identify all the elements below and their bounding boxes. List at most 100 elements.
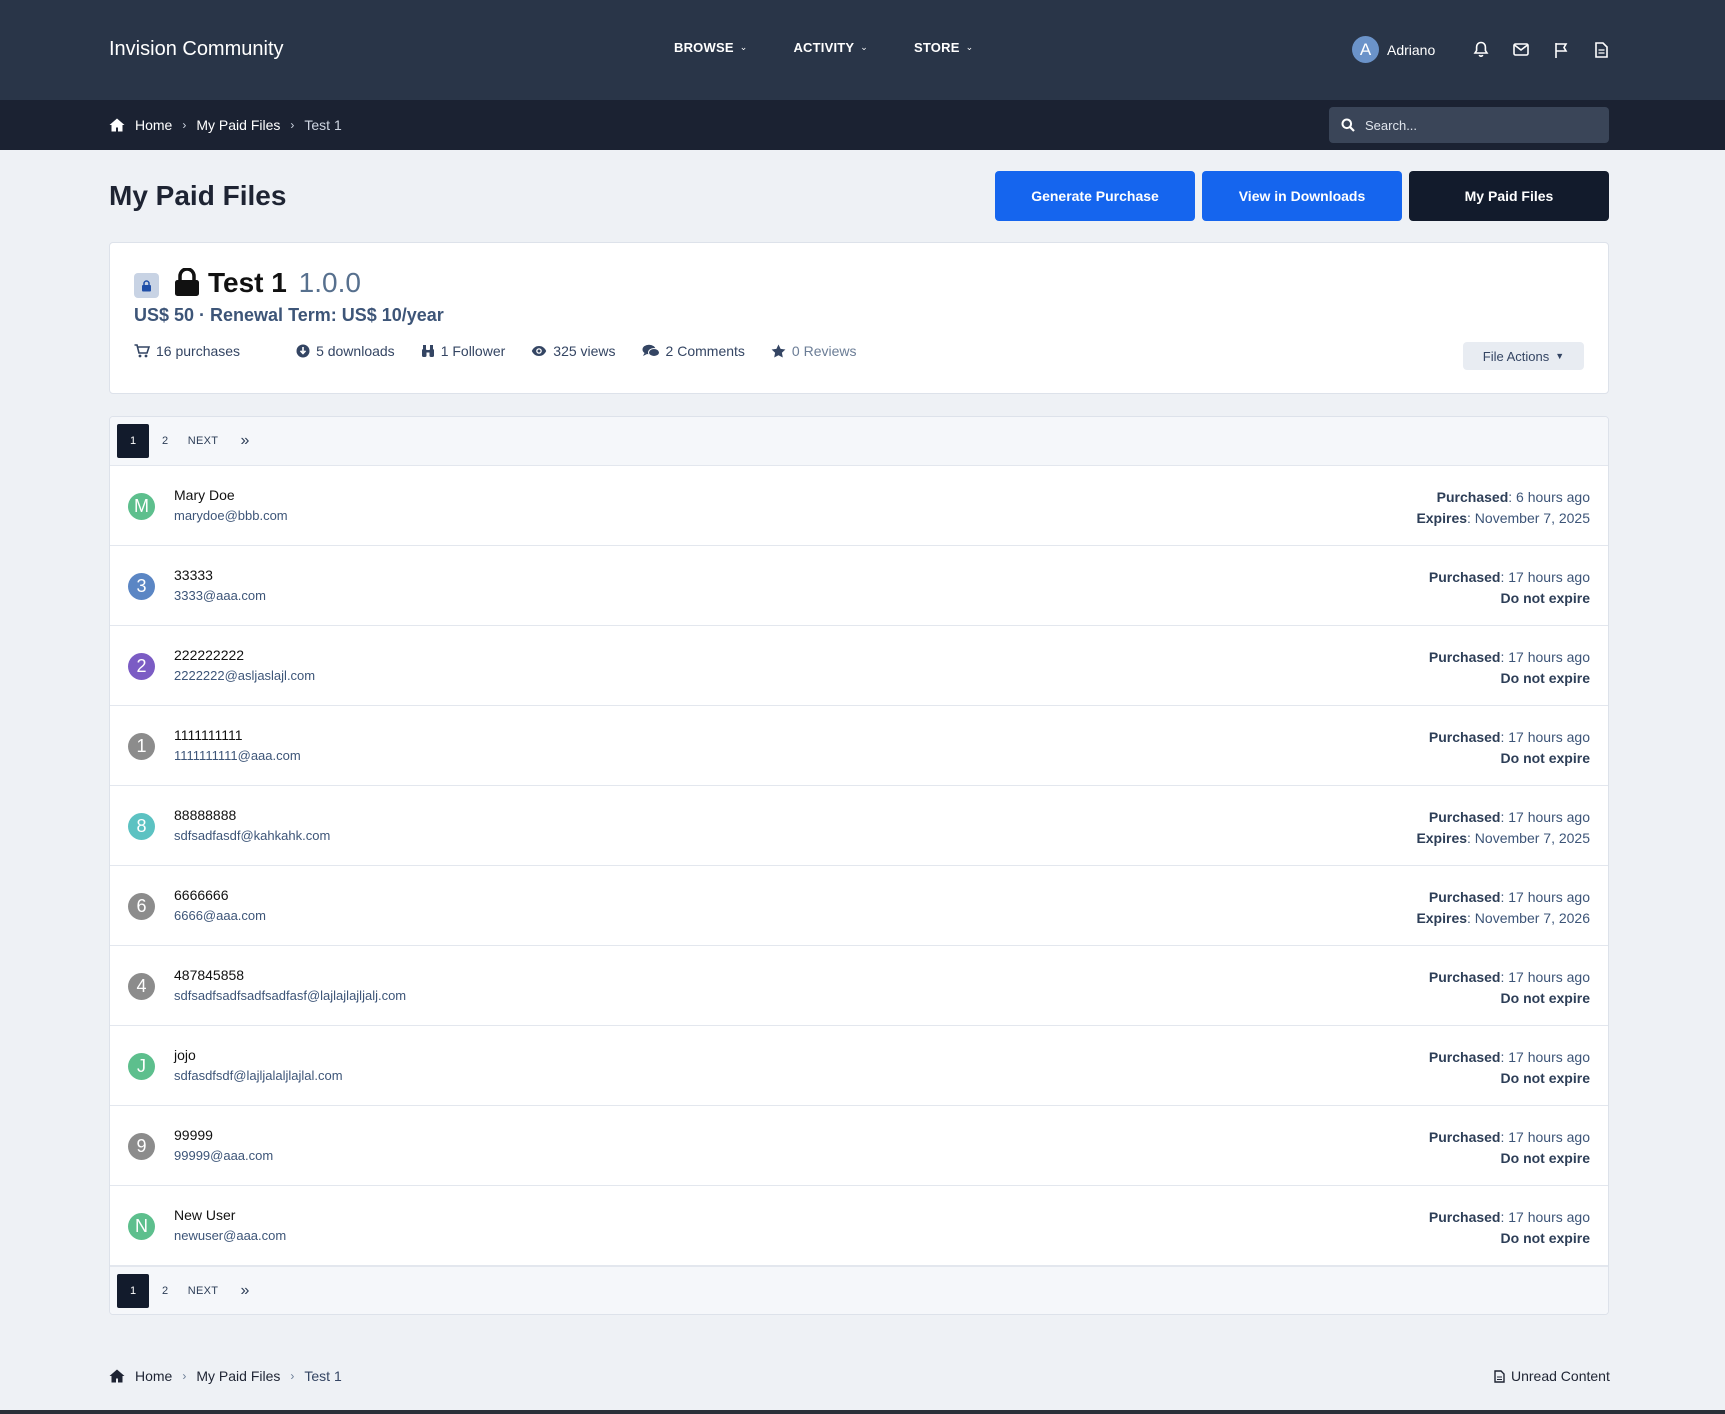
expires-label: Expires xyxy=(1416,510,1468,526)
page-1-button[interactable]: 1 xyxy=(117,424,149,458)
page-2-button[interactable]: 2 xyxy=(149,1274,181,1308)
purchased-label: Purchased xyxy=(1428,649,1501,665)
purchased-line: Purchased: 17 hours ago xyxy=(1429,567,1590,588)
customer-name[interactable]: jojo xyxy=(174,1047,196,1063)
last-page-button[interactable]: » xyxy=(225,424,265,458)
customer-email: 2222222@asljaslajl.com xyxy=(174,668,316,683)
last-page-button[interactable]: » xyxy=(225,1274,265,1308)
purchase-details: Purchased: 17 hours ago Do not expire xyxy=(1429,1047,1590,1089)
no-expiry-label: Do not expire xyxy=(1500,1230,1590,1246)
purchased-time: : 17 hours ago xyxy=(1500,729,1590,745)
customer-avatar[interactable]: M xyxy=(128,493,155,520)
file-title: Test 1 1.0.0 xyxy=(208,267,361,299)
no-expiry-label: Do not expire xyxy=(1500,750,1590,766)
expiry-line: Do not expire xyxy=(1429,1148,1590,1169)
breadcrumb-my-paid-files[interactable]: My Paid Files xyxy=(196,117,280,133)
binoculars-icon xyxy=(421,345,434,357)
purchased-label: Purchased xyxy=(1428,889,1501,905)
next-page-button[interactable]: NEXT xyxy=(181,424,225,458)
generate-purchase-button[interactable]: Generate Purchase xyxy=(995,171,1195,221)
chevron-right-icon: › xyxy=(182,1369,187,1383)
file-actions-label: File Actions xyxy=(1482,348,1550,364)
stat-followers: 1 Follower xyxy=(421,343,506,359)
unread-content-link[interactable]: Unread Content xyxy=(1494,1368,1610,1384)
purchase-details: Purchased: 17 hours ago Do not expire xyxy=(1429,727,1590,769)
customer-email: 99999@aaa.com xyxy=(174,1148,274,1163)
purchase-details: Purchased: 17 hours ago Do not expire xyxy=(1429,1127,1590,1169)
customer-avatar[interactable]: 8 xyxy=(128,813,155,840)
search-box[interactable] xyxy=(1329,107,1609,143)
expiry-date: : November 7, 2026 xyxy=(1467,910,1590,926)
user-avatar[interactable]: A xyxy=(1352,36,1379,63)
file-name: Test 1 xyxy=(208,267,287,298)
customer-name[interactable]: Mary Doe xyxy=(174,487,235,503)
purchase-details: Purchased: 17 hours ago Do not expire xyxy=(1429,647,1590,689)
customer-name[interactable]: 33333 xyxy=(174,567,213,583)
user-area: A Adriano xyxy=(1352,36,1621,63)
user-name[interactable]: Adriano xyxy=(1387,42,1435,58)
customer-avatar[interactable]: 9 xyxy=(128,1133,155,1160)
search-input[interactable] xyxy=(1365,117,1585,133)
stat-followers-label[interactable]: 1 Follower xyxy=(441,343,506,359)
purchase-row: N New User newuser@aaa.com Purchased: 17 ho… xyxy=(110,1186,1608,1266)
customer-avatar[interactable]: N xyxy=(128,1213,155,1240)
customer-name[interactable]: New User xyxy=(174,1207,235,1223)
purchased-line: Purchased: 17 hours ago xyxy=(1416,807,1590,828)
purchased-label: Purchased xyxy=(1428,1129,1501,1145)
customer-avatar[interactable]: J xyxy=(128,1053,155,1080)
customer-name[interactable]: 1111111111 xyxy=(174,727,243,743)
page-2-button[interactable]: 2 xyxy=(149,424,181,458)
expiry-date: : November 7, 2025 xyxy=(1467,510,1590,526)
customer-avatar[interactable]: 1 xyxy=(128,733,155,760)
breadcrumb-current: Test 1 xyxy=(304,1368,342,1384)
customer-name[interactable]: 487845858 xyxy=(174,967,244,983)
purchased-time: : 17 hours ago xyxy=(1500,1049,1590,1065)
customer-avatar[interactable]: 6 xyxy=(128,893,155,920)
document-icon[interactable] xyxy=(1581,38,1621,62)
customer-avatar[interactable]: 3 xyxy=(128,573,155,600)
view-in-downloads-button[interactable]: View in Downloads xyxy=(1202,171,1402,221)
customer-name[interactable]: 99999 xyxy=(174,1127,213,1143)
page-1-button[interactable]: 1 xyxy=(117,1274,149,1308)
purchased-time: : 17 hours ago xyxy=(1500,1129,1590,1145)
cart-icon xyxy=(134,344,150,358)
messages-envelope-icon[interactable] xyxy=(1501,38,1541,62)
breadcrumb-home[interactable]: Home xyxy=(135,1368,172,1384)
nav-activity[interactable]: ACTIVITY ⌄ xyxy=(793,40,868,55)
purchase-row: 3 33333 3333@aaa.com Purchased: 17 hours ag… xyxy=(110,546,1608,626)
customer-name[interactable]: 6666666 xyxy=(174,887,229,903)
purchased-line: Purchased: 17 hours ago xyxy=(1429,1047,1590,1068)
breadcrumb-home[interactable]: Home xyxy=(135,117,172,133)
customer-avatar[interactable]: 4 xyxy=(128,973,155,1000)
purchase-details: Purchased: 17 hours ago Expires: November… xyxy=(1416,807,1590,849)
stat-comments-label[interactable]: 2 Comments xyxy=(666,343,745,359)
nav-browse[interactable]: BROWSE ⌄ xyxy=(674,40,747,55)
stat-purchases-label: 16 purchases xyxy=(156,343,241,359)
home-icon xyxy=(109,118,125,132)
pagination-top: 1 2 NEXT » xyxy=(110,417,1608,466)
customer-avatar[interactable]: 2 xyxy=(128,653,155,680)
chevron-down-icon: ⌄ xyxy=(739,42,748,52)
nav-store[interactable]: STORE ⌄ xyxy=(914,40,973,55)
breadcrumb-current: Test 1 xyxy=(304,117,342,133)
purchased-line: Purchased: 17 hours ago xyxy=(1416,887,1590,908)
customer-name[interactable]: 88888888 xyxy=(174,807,236,823)
customer-email: 3333@aaa.com xyxy=(174,588,266,603)
stat-downloads-label: 5 downloads xyxy=(316,343,395,359)
stat-reviews-label[interactable]: 0 Reviews xyxy=(792,343,857,359)
notifications-bell-icon[interactable] xyxy=(1461,38,1501,62)
customer-name[interactable]: 222222222 xyxy=(174,647,244,663)
next-page-button[interactable]: NEXT xyxy=(181,1274,225,1308)
purchased-label: Purchased xyxy=(1428,1049,1501,1065)
purchase-row: Jjojo sdfasdfsdf@lajljalaljlajlal.com Purc… xyxy=(110,1026,1608,1106)
file-actions-button[interactable]: File Actions ▼ xyxy=(1463,342,1584,370)
price-line: US$ 50 · Renewal Term: US$ 10/year xyxy=(134,305,444,325)
file-version: 1.0.0 xyxy=(298,267,361,298)
site-title[interactable]: Invision Community xyxy=(109,38,284,61)
reports-flag-icon[interactable] xyxy=(1541,38,1581,62)
my-paid-files-button[interactable]: My Paid Files xyxy=(1409,171,1609,221)
breadcrumb-my-paid-files[interactable]: My Paid Files xyxy=(196,1368,280,1384)
lock-icon xyxy=(174,267,200,302)
customer-email: 6666@aaa.com xyxy=(174,908,266,923)
purchased-time: : 17 hours ago xyxy=(1500,809,1590,825)
